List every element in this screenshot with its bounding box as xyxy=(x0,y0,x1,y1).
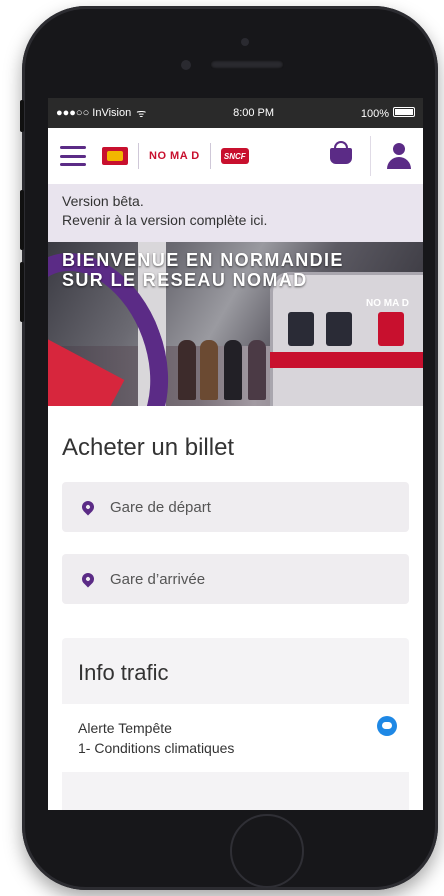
earpiece-speaker xyxy=(210,60,284,69)
traffic-info-section: Info trafic Alerte Tempête 1- Conditions… xyxy=(62,638,409,810)
user-icon[interactable] xyxy=(387,143,411,169)
hero-person xyxy=(224,340,242,400)
location-pin-icon xyxy=(79,498,97,516)
volume-down-button xyxy=(20,262,24,322)
departure-field[interactable]: Gare de départ xyxy=(62,482,409,532)
location-pin-icon xyxy=(79,570,97,588)
hero-person xyxy=(200,340,218,400)
nomad-logo[interactable]: NO MA D xyxy=(149,150,200,162)
logo-divider xyxy=(209,143,211,169)
status-bar: ●●●○○ InVision ᯤ 8:00 PM 100% xyxy=(48,98,423,128)
buy-ticket-section: Acheter un billet Gare de départ Gare d’… xyxy=(48,406,423,604)
arrival-field[interactable]: Gare d’arrivée xyxy=(62,554,409,604)
hero-person xyxy=(178,340,196,400)
alert-detail: 1- Conditions climatiques xyxy=(78,740,235,756)
arrival-placeholder: Gare d’arrivée xyxy=(110,570,206,588)
app-header: NO MA D SNCF xyxy=(48,128,423,184)
logo-divider xyxy=(138,143,139,169)
traffic-alert-card[interactable]: Alerte Tempête 1- Conditions climatiques xyxy=(62,704,409,772)
train-window xyxy=(326,312,352,346)
weather-cloud-icon[interactable] xyxy=(377,716,397,736)
train-stripe xyxy=(270,352,423,368)
beta-label: Version bêta. xyxy=(62,193,144,209)
hero-banner: NO MA D BIENVENUE EN NORMANDIE SUR LE RE… xyxy=(48,242,423,406)
train-brand: NO MA D xyxy=(366,298,409,309)
alert-title: Alerte Tempête xyxy=(78,720,172,736)
phone-screen: ●●●○○ InVision ᯤ 8:00 PM 100% NO MA D SN… xyxy=(48,98,423,810)
normandie-logo[interactable] xyxy=(102,147,128,165)
menu-icon[interactable] xyxy=(60,146,86,166)
full-version-link[interactable]: Revenir à la version complète ici. xyxy=(62,211,409,230)
hero-title: BIENVENUE EN NORMANDIE SUR LE RESEAU NOM… xyxy=(62,250,344,290)
header-divider xyxy=(370,136,371,176)
battery-indicator: 100% xyxy=(361,106,415,120)
battery-icon xyxy=(393,106,415,117)
hero-person xyxy=(248,340,266,400)
carrier-label: ●●●○○ InVision xyxy=(56,107,132,119)
top-camera xyxy=(241,38,249,46)
clock: 8:00 PM xyxy=(233,107,275,119)
sncf-logo[interactable]: SNCF xyxy=(220,148,249,164)
home-button[interactable] xyxy=(230,814,304,888)
basket-icon[interactable] xyxy=(330,141,352,164)
traffic-title: Info trafic xyxy=(78,660,169,685)
volume-up-button xyxy=(20,190,24,250)
departure-placeholder: Gare de départ xyxy=(110,498,211,516)
buy-ticket-title: Acheter un billet xyxy=(62,434,235,461)
beta-banner: Version bêta. Revenir à la version compl… xyxy=(48,184,423,242)
train-window xyxy=(288,312,314,346)
wifi-icon: ᯤ xyxy=(136,107,147,120)
train-window xyxy=(378,312,404,346)
front-camera xyxy=(181,60,191,70)
mute-switch xyxy=(20,100,24,132)
